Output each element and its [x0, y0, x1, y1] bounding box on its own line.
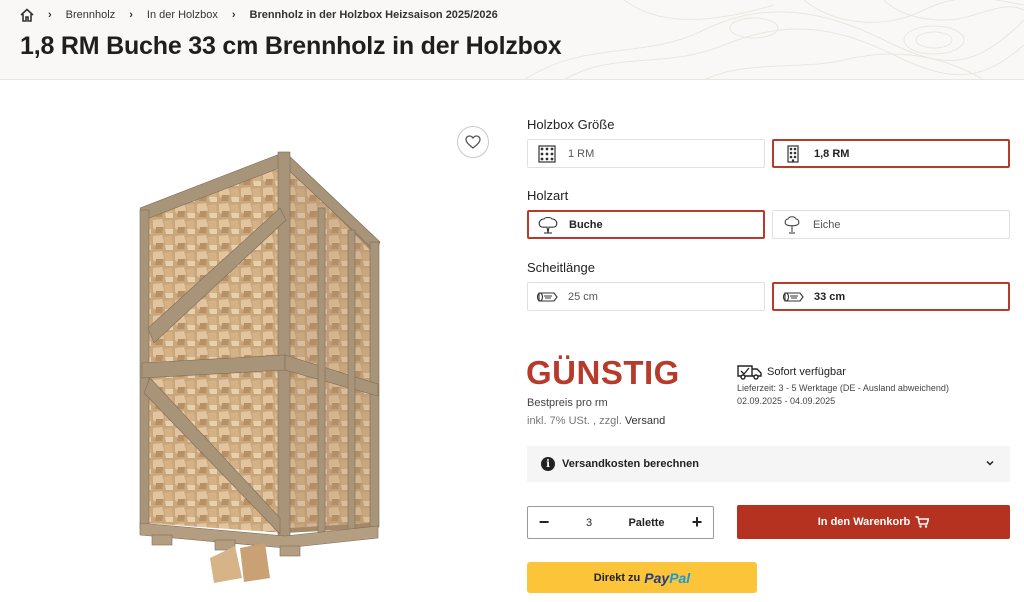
option-wood-eiche-label: Eiche — [813, 218, 841, 231]
chevron-right-icon: › — [129, 9, 133, 21]
shipping-cost-accordion[interactable]: i Versandkosten berechnen — [527, 446, 1010, 482]
home-icon[interactable] — [20, 8, 34, 22]
wishlist-button[interactable] — [457, 126, 489, 158]
truck-icon — [737, 365, 762, 380]
option-size-1-8rm-label: 1,8 RM — [814, 147, 850, 160]
tall-wood-stack-icon — [782, 144, 804, 163]
paypal-prefix: Direkt zu — [593, 571, 641, 584]
option-wood-buche-label: Buche — [569, 218, 603, 231]
decrement-button[interactable]: − — [528, 506, 560, 539]
option-length-25cm-label: 25 cm — [568, 290, 598, 303]
paypal-logo: PayPal — [644, 569, 691, 586]
add-to-cart-button[interactable]: In den Warenkorb — [737, 505, 1010, 539]
breadcrumb-item-current[interactable]: Brennholz in der Holzbox Heizsaison 2025… — [250, 9, 498, 21]
option-size-1rm[interactable]: 1 RM — [527, 139, 765, 168]
option-label-length: Scheitlänge — [527, 260, 595, 275]
breadcrumb-item-holzbox[interactable]: In der Holzbox — [147, 9, 218, 21]
price-subline: Bestpreis pro rm — [527, 397, 608, 409]
product-image-wood-crate — [139, 151, 381, 583]
price-headline: GÜNSTIG — [526, 354, 680, 391]
price-tax-info: inkl. 7% USt. , zzgl. Versand — [527, 415, 665, 427]
page-header: › Brennholz › In der Holzbox › Brennholz… — [0, 0, 1024, 80]
beech-tree-icon — [537, 216, 559, 234]
delivery-info: Sofort verfügbar Lieferzeit: 3 - 5 Werkt… — [737, 364, 949, 406]
oak-tree-icon — [781, 215, 803, 234]
add-to-cart-label: In den Warenkorb — [817, 516, 911, 528]
log-icon — [536, 288, 558, 306]
option-label-size: Holzbox Größe — [527, 117, 615, 132]
chevron-down-icon — [986, 460, 994, 466]
breadcrumb: › Brennholz › In der Holzbox › Brennholz… — [20, 8, 498, 22]
chevron-right-icon: › — [48, 9, 52, 21]
log-icon — [782, 288, 804, 306]
availability-status: Sofort verfügbar — [767, 366, 846, 378]
shipping-link[interactable]: Versand — [625, 415, 665, 427]
info-icon: i — [541, 457, 555, 471]
delivery-time: Lieferzeit: 3 - 5 Werktage (DE - Ausland… — [737, 383, 949, 393]
option-wood-eiche[interactable]: Eiche — [772, 210, 1010, 239]
quantity-stepper: − 3 Palette + — [527, 506, 714, 539]
heart-icon — [465, 135, 481, 149]
increment-button[interactable]: + — [681, 506, 713, 539]
option-length-33cm[interactable]: 33 cm — [772, 282, 1010, 311]
option-label-wood: Holzart — [527, 188, 569, 203]
stacked-wood-grid-icon — [536, 144, 558, 163]
option-size-1rm-label: 1 RM — [568, 147, 595, 160]
option-size-1-8rm[interactable]: 1,8 RM — [772, 139, 1010, 168]
shipping-cost-label: Versandkosten berechnen — [562, 458, 699, 470]
breadcrumb-item-brennholz[interactable]: Brennholz — [66, 9, 116, 21]
cart-icon — [915, 516, 930, 528]
option-length-33cm-label: 33 cm — [814, 290, 846, 303]
chevron-right-icon: › — [231, 9, 236, 21]
tax-text: inkl. 7% USt. , zzgl. — [527, 415, 622, 427]
quantity-unit: Palette — [628, 516, 665, 529]
option-wood-buche[interactable]: Buche — [527, 210, 765, 239]
option-length-25cm[interactable]: 25 cm — [527, 282, 765, 311]
delivery-date-range: 02.09.2025 - 04.09.2025 — [737, 396, 836, 406]
page-title: 1,8 RM Buche 33 cm Brennholz in der Holz… — [20, 32, 562, 60]
paypal-checkout-button[interactable]: Direkt zu PayPal — [527, 562, 757, 593]
quantity-input[interactable]: 3 — [572, 517, 606, 529]
decorative-contour-pattern — [524, 0, 1024, 79]
